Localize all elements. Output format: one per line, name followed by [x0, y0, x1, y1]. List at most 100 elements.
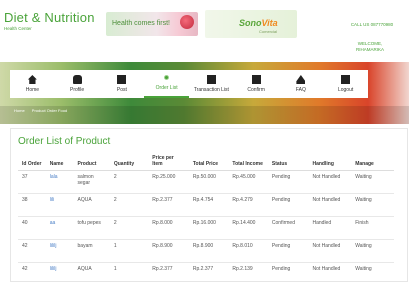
order-table: Id Order Name Product Quantity Price per… — [18, 147, 394, 282]
sonovita-logo: SonoVita — [239, 18, 278, 28]
confirm-icon — [251, 75, 261, 84]
breadcrumb: Home Product Order Food — [14, 108, 73, 113]
cell-name-link[interactable]: lili — [45, 193, 74, 217]
cell-total-income: Rp.4.279 — [228, 193, 268, 217]
cell-product: AQUA — [73, 262, 110, 282]
profile-icon — [72, 75, 82, 84]
cell-manage: Waiting — [351, 239, 394, 263]
cell-handling: Not Handled — [308, 170, 352, 194]
cell-price-per-item: Rp.25.000 — [148, 170, 189, 194]
col-header-manage: Manage — [351, 147, 394, 171]
nav-item-order-list[interactable]: Order List — [144, 70, 189, 98]
table-row: 42 lililj bayam 1 Rp.8.900 Rp.8.900 Rp.8… — [18, 239, 394, 263]
order-list-icon — [164, 75, 170, 80]
col-header-status: Status — [267, 147, 309, 171]
col-header-id-order: Id Order — [18, 147, 46, 171]
brand-logo[interactable]: Diet & Nutrition Health Center — [4, 10, 95, 31]
cell-manage: Waiting — [351, 170, 394, 194]
brand-subtitle: Health Center — [4, 26, 32, 31]
cell-quantity: 1 — [109, 262, 149, 282]
nav-label-confirm: Confirm — [247, 87, 265, 93]
col-header-product: Product — [73, 147, 110, 171]
breadcrumb-home[interactable]: Home — [14, 108, 25, 113]
nav-label-profile: Profile — [70, 87, 85, 93]
cell-total-income: Rp.8.010 — [228, 239, 268, 263]
cell-id-order: 40 — [18, 216, 46, 240]
nav-item-confirm[interactable]: Confirm — [234, 70, 279, 98]
col-header-total-income: Total Income — [228, 147, 268, 171]
welcome-username: RIHAMARIKA — [355, 47, 384, 52]
col-header-handling: Handling — [308, 147, 352, 171]
cell-price-per-item: Rp.8.000 — [148, 216, 189, 240]
table-row: 38 lili AQUA 2 Rp.2.377 Rp.4.754 Rp.4.27… — [18, 193, 394, 217]
col-header-total-price: Total Price — [188, 147, 229, 171]
nav-label-order-list: Order List — [155, 85, 178, 91]
nav-item-post[interactable]: Post — [100, 70, 145, 98]
sonovita-banner[interactable]: SonoVita Comercial — [205, 10, 297, 38]
cell-manage: Waiting — [351, 193, 394, 217]
cell-status: Pending — [267, 239, 309, 263]
nav-label-home: Home — [25, 87, 40, 93]
nav-item-logout[interactable]: Logout — [323, 70, 368, 98]
cell-price-per-item: Rp.2.377 — [148, 193, 189, 217]
col-header-price-per-item: Price per Item — [148, 147, 189, 171]
health-banner-text: Health comes first! — [112, 20, 170, 27]
cell-name-link[interactable]: lililj — [45, 262, 74, 282]
cell-name-link[interactable]: lala — [45, 170, 74, 194]
cell-id-order: 37 — [18, 170, 46, 194]
table-header-row: Id Order Name Product Quantity Price per… — [18, 147, 394, 171]
cell-manage: Waiting — [351, 262, 394, 282]
cell-status: Pending — [267, 262, 309, 282]
cell-total-price: Rp.8.900 — [188, 239, 229, 263]
cell-quantity: 1 — [109, 239, 149, 263]
sonovita-logo-accent: Vita — [261, 18, 278, 28]
cell-status: Pending — [267, 170, 309, 194]
nav-label-transaction-list: Transaction List — [193, 87, 229, 93]
brand-title: Diet & Nutrition — [4, 10, 95, 25]
cell-total-income: Rp.45.000 — [228, 170, 268, 194]
cell-handling: Handled — [308, 216, 352, 240]
cell-quantity: 2 — [109, 193, 149, 217]
cell-manage: Finish — [351, 216, 394, 240]
cell-status: Pending — [267, 193, 309, 217]
cell-total-price: Rp.4.754 — [188, 193, 229, 217]
cell-handling: Not Handled — [308, 262, 352, 282]
cell-handling: Not Handled — [308, 193, 352, 217]
cell-name-link[interactable]: aa — [45, 216, 74, 240]
logout-icon — [341, 75, 351, 84]
cell-product: tofu pepes — [73, 216, 110, 240]
cell-handling: Not Handled — [308, 239, 352, 263]
nav-label-faq: FAQ — [295, 87, 306, 93]
cell-total-price: Rp.50.000 — [188, 170, 229, 194]
cell-id-order: 38 — [18, 193, 46, 217]
cell-product: AQUA — [73, 193, 110, 217]
nav-item-home[interactable]: Home — [10, 70, 55, 98]
cell-quantity: 2 — [109, 216, 149, 240]
nav-item-faq[interactable]: FAQ — [279, 70, 324, 98]
nav-label-post: Post — [116, 87, 127, 93]
cell-id-order: 42 — [18, 262, 46, 282]
nav-item-transaction-list[interactable]: Transaction List — [189, 70, 234, 98]
cell-quantity: 2 — [109, 170, 149, 194]
cell-total-price: Rp.2.377 — [188, 262, 229, 282]
call-us-text: CALL US 087770980 — [350, 22, 394, 27]
page-title: Order List of Product — [18, 136, 111, 147]
cell-status: Confirmed — [267, 216, 309, 240]
site-header: Diet & Nutrition Health Center Health co… — [0, 0, 409, 62]
nav-label-logout: Logout — [337, 87, 354, 93]
welcome-user: WELCOME, RIHAMARIKA — [340, 41, 400, 53]
health-banner[interactable]: Health comes first! — [106, 12, 198, 36]
cell-name-link[interactable]: lililj — [45, 239, 74, 263]
col-header-name: Name — [45, 147, 74, 171]
home-icon — [27, 75, 37, 84]
faq-icon — [296, 75, 306, 84]
cell-price-per-item: Rp.8.900 — [148, 239, 189, 263]
cell-product: salmon segar — [73, 170, 110, 194]
cell-price-per-item: Rp.2.377 — [148, 262, 189, 282]
cell-id-order: 42 — [18, 239, 46, 263]
sonovita-logo-main: Sono — [239, 18, 262, 28]
cell-total-price: Rp.16.000 — [188, 216, 229, 240]
sonovita-sub: Comercial — [259, 29, 278, 34]
nav-item-profile[interactable]: Profile — [55, 70, 100, 98]
breadcrumb-current: Product Order Food — [31, 108, 68, 113]
